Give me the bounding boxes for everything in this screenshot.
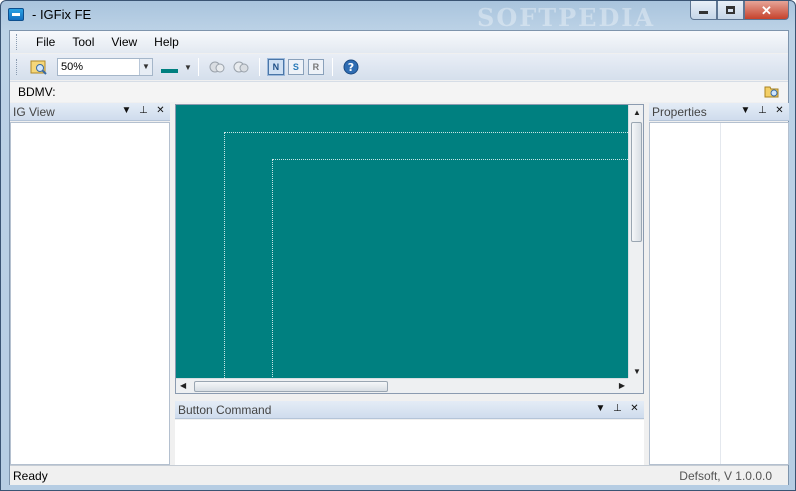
minimize-button[interactable] — [690, 1, 717, 20]
color-picker-button[interactable]: ▼ — [161, 61, 192, 73]
properties-controls: ▼ ⊥ ✕ — [740, 105, 785, 116]
maximize-button[interactable] — [717, 1, 744, 20]
zoom-select[interactable]: 50% ▼ — [57, 58, 153, 76]
design-canvas[interactable] — [176, 105, 629, 379]
status-text: Ready — [13, 468, 48, 483]
menu-file[interactable]: File — [27, 35, 63, 49]
pin-icon[interactable]: ⊥ — [757, 105, 768, 116]
scroll-up-icon[interactable]: ▲ — [633, 108, 641, 117]
ig-view-header: IG View ▼ ⊥ ✕ — [10, 103, 170, 121]
menu-view[interactable]: View — [102, 35, 145, 49]
scroll-left-icon[interactable]: ◀ — [180, 381, 186, 390]
toolbar-separator — [197, 58, 199, 76]
mode-selected-button[interactable]: S — [287, 59, 304, 75]
ig-view-tree[interactable] — [10, 122, 170, 465]
folder-search-icon — [764, 86, 779, 98]
title-safe-guide — [272, 159, 629, 379]
svg-text:?: ? — [348, 61, 354, 74]
vertical-scrollbar[interactable]: ▲ ▼ — [628, 105, 643, 379]
pin-icon[interactable]: ⊥ — [138, 105, 149, 116]
version-text: Defsoft, V 1.0.0.0 — [679, 469, 772, 483]
scroll-down-icon[interactable]: ▼ — [633, 367, 641, 376]
ig-view-title: IG View — [13, 104, 55, 119]
title-bar[interactable]: - IGFix FE SOFTPEDIA ✕ — [1, 1, 795, 32]
toolbar-separator — [331, 58, 333, 76]
button-command-header: Button Command ▼ ⊥ ✕ — [175, 401, 644, 419]
ig-view-controls: ▼ ⊥ ✕ — [121, 105, 166, 116]
open-icon — [30, 60, 47, 75]
mode-normal-button[interactable]: N — [266, 58, 285, 76]
bdmv-browse-button[interactable] — [764, 84, 780, 102]
properties-header: Properties ▼ ⊥ ✕ — [649, 103, 789, 121]
zoom-value: 50% — [61, 61, 84, 73]
layer-back-button[interactable] — [207, 57, 227, 77]
scroll-corner — [628, 378, 643, 393]
dropdown-icon[interactable]: ▼ — [121, 105, 132, 116]
toolbar: 50% ▼ ▼ N S R ? — [10, 54, 788, 80]
status-bar: Ready Defsoft, V 1.0.0.0 — [10, 465, 788, 485]
button-command-body[interactable] — [175, 420, 644, 465]
chevron-down-icon: ▼ — [184, 62, 192, 72]
menu-grip[interactable] — [16, 34, 19, 50]
bdmv-bar: BDMV: — [10, 81, 788, 102]
properties-grid[interactable] — [649, 122, 789, 465]
horizontal-scrollbar[interactable]: ◀ ▶ — [176, 378, 629, 393]
vertical-scroll-thumb[interactable] — [631, 122, 642, 242]
layer-forward-button[interactable] — [231, 57, 251, 77]
app-icon[interactable] — [8, 8, 24, 21]
window-controls: ✕ — [690, 1, 789, 20]
properties-title: Properties — [652, 104, 707, 119]
open-button[interactable] — [29, 57, 49, 77]
chevron-down-icon[interactable]: ▼ — [139, 59, 152, 75]
bdmv-label: BDMV: — [18, 85, 56, 99]
toolbar-separator — [258, 58, 260, 76]
watermark: SOFTPEDIA — [477, 3, 656, 32]
design-canvas-area: ▲ ▼ ◀ ▶ — [175, 104, 644, 394]
client-area: File Tool View Help 50% ▼ ▼ N S R ? BDMV… — [9, 30, 789, 485]
help-icon: ? — [343, 59, 359, 75]
color-swatch — [161, 69, 178, 73]
close-icon[interactable]: ✕ — [774, 105, 785, 116]
close-icon: ✕ — [761, 2, 772, 18]
window-title: - IGFix FE — [32, 7, 92, 22]
menu-bar: File Tool View Help — [10, 31, 788, 53]
property-divider — [720, 123, 721, 464]
button-command-controls: ▼ ⊥ ✕ — [595, 403, 640, 414]
button-command-title: Button Command — [178, 402, 272, 417]
minimize-icon — [699, 10, 708, 14]
layer-back-icon — [209, 61, 225, 73]
menu-help[interactable]: Help — [145, 35, 187, 49]
layer-forward-icon — [233, 61, 249, 73]
maximize-icon — [726, 6, 735, 14]
menu-tool[interactable]: Tool — [63, 35, 102, 49]
close-icon[interactable]: ✕ — [155, 105, 166, 116]
toolbar-grip[interactable] — [16, 59, 19, 75]
app-window: - IGFix FE SOFTPEDIA ✕ File Tool View He… — [0, 0, 796, 491]
dropdown-icon[interactable]: ▼ — [595, 403, 606, 414]
pin-icon[interactable]: ⊥ — [612, 403, 623, 414]
dropdown-icon[interactable]: ▼ — [740, 105, 751, 116]
horizontal-scroll-thumb[interactable] — [194, 381, 388, 392]
help-button[interactable]: ? — [341, 57, 361, 77]
scroll-right-icon[interactable]: ▶ — [619, 381, 625, 390]
close-icon[interactable]: ✕ — [629, 403, 640, 414]
close-button[interactable]: ✕ — [744, 1, 789, 20]
mode-activated-button[interactable]: R — [307, 59, 324, 75]
